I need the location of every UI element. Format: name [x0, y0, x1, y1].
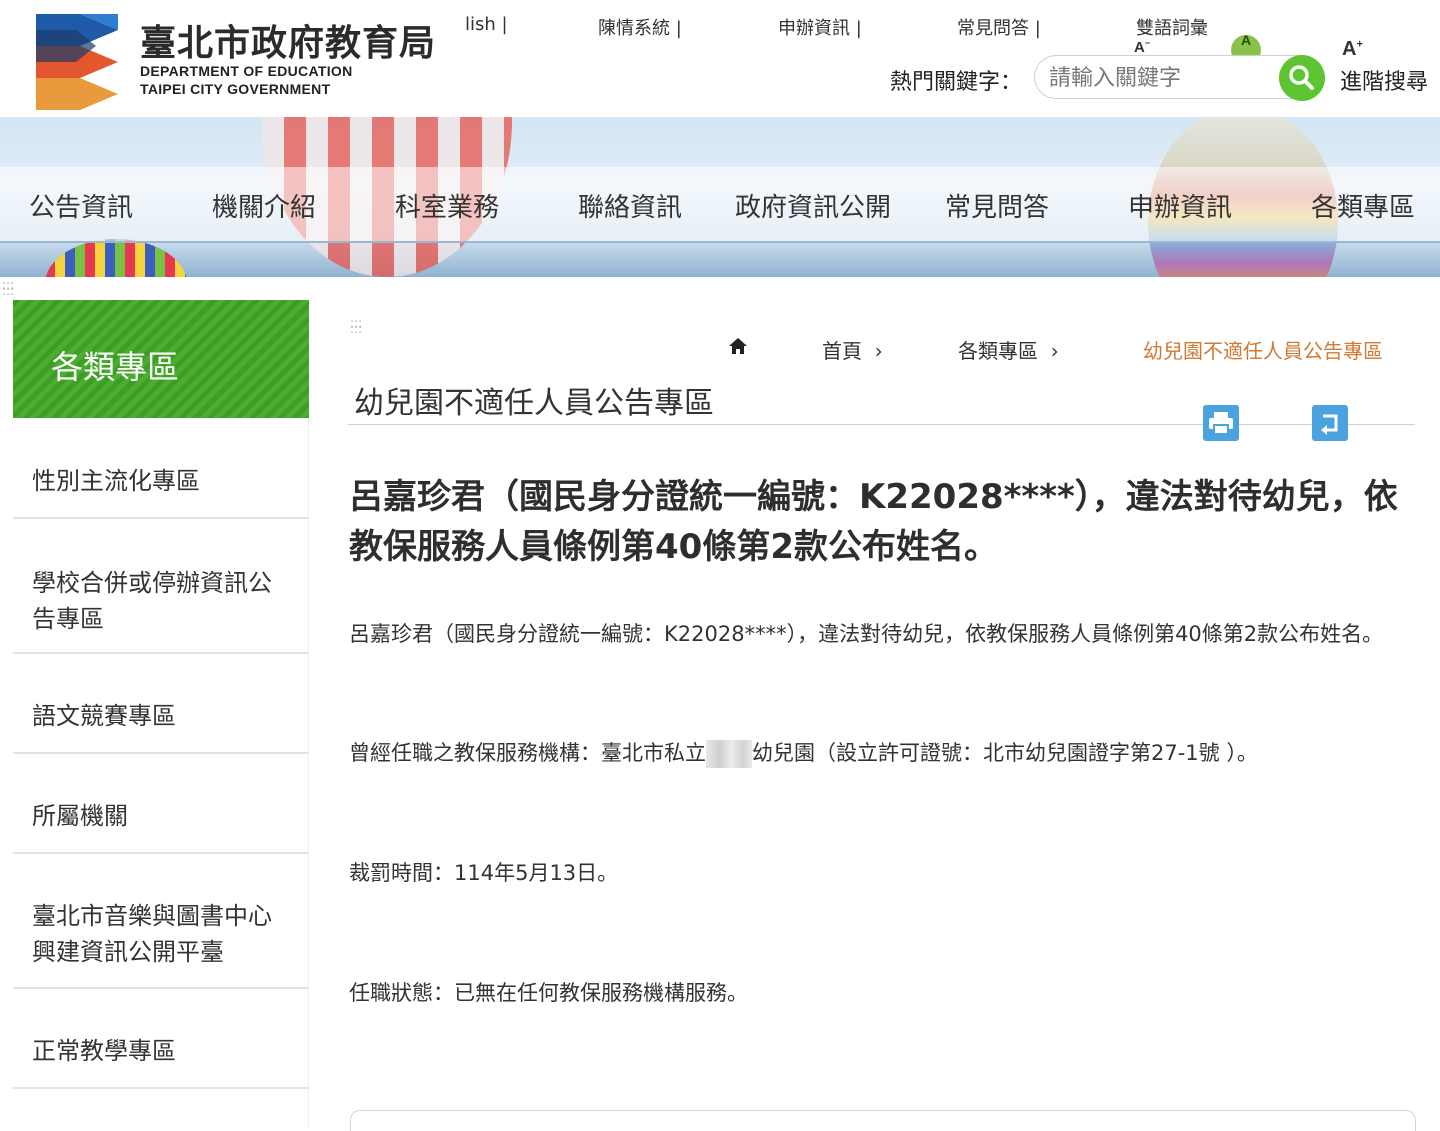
- nav-item-application[interactable]: 申辦資訊: [1128, 187, 1232, 224]
- sidebar-item-label: 臺北市音樂與圖書中心興建資訊公開平臺: [32, 902, 272, 966]
- nav-item-sections[interactable]: 科室業務: [395, 187, 499, 224]
- sidebar-item-gender[interactable]: 性別主流化專區: [13, 418, 309, 519]
- sidebar-title: 各類專區: [13, 300, 309, 418]
- article-paragraph: 任職狀態：已無在任何教保服務機構服務。: [349, 981, 748, 1005]
- department-logo[interactable]: [36, 6, 124, 110]
- breadcrumb-current: 幼兒園不適任人員公告專區: [1143, 339, 1383, 363]
- search-input[interactable]: [1047, 62, 1271, 94]
- font-size-small-button[interactable]: A−: [1134, 38, 1150, 56]
- article-paragraph: 裁罰時間：114年5月13日。: [349, 861, 619, 885]
- nav-item-about[interactable]: 機關介紹: [212, 187, 316, 224]
- sidebar-item-language-contest[interactable]: 語文競賽專區: [13, 654, 309, 754]
- sidebar-title-label: 各類專區: [51, 348, 180, 386]
- balloon-image: [45, 239, 187, 277]
- nav-item-faq[interactable]: 常見問答: [945, 187, 1049, 224]
- sidebar-item-affiliated[interactable]: 所屬機關: [13, 754, 309, 854]
- main-nav: 公告資訊 機關介紹 科室業務 聯絡資訊 政府資訊公開 常見問答 申辦資訊 各類專…: [0, 167, 1440, 243]
- divider: [348, 424, 1415, 425]
- home-icon[interactable]: [728, 337, 748, 355]
- font-size-large-button[interactable]: A+: [1342, 38, 1363, 61]
- print-button[interactable]: [1203, 405, 1239, 441]
- site-header: 臺北市政府教育局 DEPARTMENT OF EDUCATION TAIPEI …: [0, 0, 1440, 117]
- top-link-english[interactable]: lish |: [465, 14, 508, 35]
- sidebar-item-label: 學校合併或停辦資訊公告專區: [32, 569, 272, 633]
- sidebar-item-label: 語文競賽專區: [32, 702, 176, 730]
- org-name-en-line1: DEPARTMENT OF EDUCATION: [140, 63, 353, 79]
- page-title: 幼兒園不適任人員公告專區: [354, 386, 714, 421]
- article-text: 幼兒園（設立許可證號：北市幼兒園證字第27-1號 ）。: [752, 741, 1258, 765]
- nav-item-contact[interactable]: 聯絡資訊: [578, 187, 682, 224]
- nav-item-gov-info[interactable]: 政府資訊公開: [735, 187, 891, 224]
- sidebar-item-label: 所屬機關: [32, 802, 128, 830]
- sidebar-item[interactable]: [13, 1089, 309, 1129]
- sidebar-item-school-merger[interactable]: 學校合併或停辦資訊公告專區: [13, 519, 309, 654]
- back-icon: [1321, 414, 1338, 435]
- nav-item-announcements[interactable]: 公告資訊: [29, 187, 133, 224]
- access-key-marker[interactable]: ::::::: [2, 279, 14, 297]
- print-icon: [1209, 412, 1233, 435]
- top-link-faq[interactable]: 常見問答 |: [957, 14, 1041, 40]
- back-button[interactable]: [1312, 405, 1348, 441]
- banner: 公告資訊 機關介紹 科室業務 聯絡資訊 政府資訊公開 常見問答 申辦資訊 各類專…: [0, 117, 1440, 277]
- advanced-search-link[interactable]: 進階搜尋: [1340, 64, 1428, 96]
- top-link-bilingual[interactable]: 雙語詞彙: [1136, 14, 1208, 40]
- sidebar-item-music-library[interactable]: 臺北市音樂與圖書中心興建資訊公開平臺: [13, 854, 309, 989]
- sidebar-item-label: 性別主流化專區: [32, 467, 200, 495]
- nav-item-special[interactable]: 各類專區: [1311, 187, 1415, 224]
- article-paragraph: 呂嘉珍君（國民身分證統一編號：K22028****），違法對待幼兒，依教保服務人…: [349, 622, 1384, 646]
- hot-keyword-label: 熱門關鍵字：: [890, 70, 1023, 95]
- org-name-en-line2: TAIPEI CITY GOVERNMENT: [140, 81, 331, 97]
- breadcrumb-home[interactable]: 首頁 ›: [822, 335, 883, 364]
- top-link-petition[interactable]: 陳情系統 |: [598, 14, 682, 40]
- org-name-en: DEPARTMENT OF EDUCATION TAIPEI CITY GOVE…: [140, 62, 352, 98]
- article-title: 呂嘉珍君（國民身分證統一編號：K22028****），違法對待幼兒，依教保服務人…: [349, 477, 1398, 567]
- redacted-name: [706, 740, 752, 768]
- top-link-application[interactable]: 申辦資訊 |: [778, 14, 862, 40]
- attachment-box: [350, 1110, 1416, 1131]
- article-paragraph: 曾經任職之教保服務機構：臺北市私立 幼兒園（設立許可證號：北市幼兒園證字第27-1…: [349, 733, 1419, 773]
- sidebar-item-normal-teaching[interactable]: 正常教學專區: [13, 989, 309, 1089]
- article-text: 曾經任職之教保服務機構：臺北市私立: [349, 741, 706, 765]
- breadcrumb-level1[interactable]: 各類專區 ›: [958, 335, 1059, 364]
- sidebar-item-label: 正常教學專區: [32, 1037, 176, 1065]
- search-icon: [1289, 65, 1314, 90]
- search-button[interactable]: [1279, 55, 1325, 101]
- org-name-zh[interactable]: 臺北市政府教育局: [140, 14, 436, 66]
- access-key-marker[interactable]: ::::::: [350, 317, 362, 335]
